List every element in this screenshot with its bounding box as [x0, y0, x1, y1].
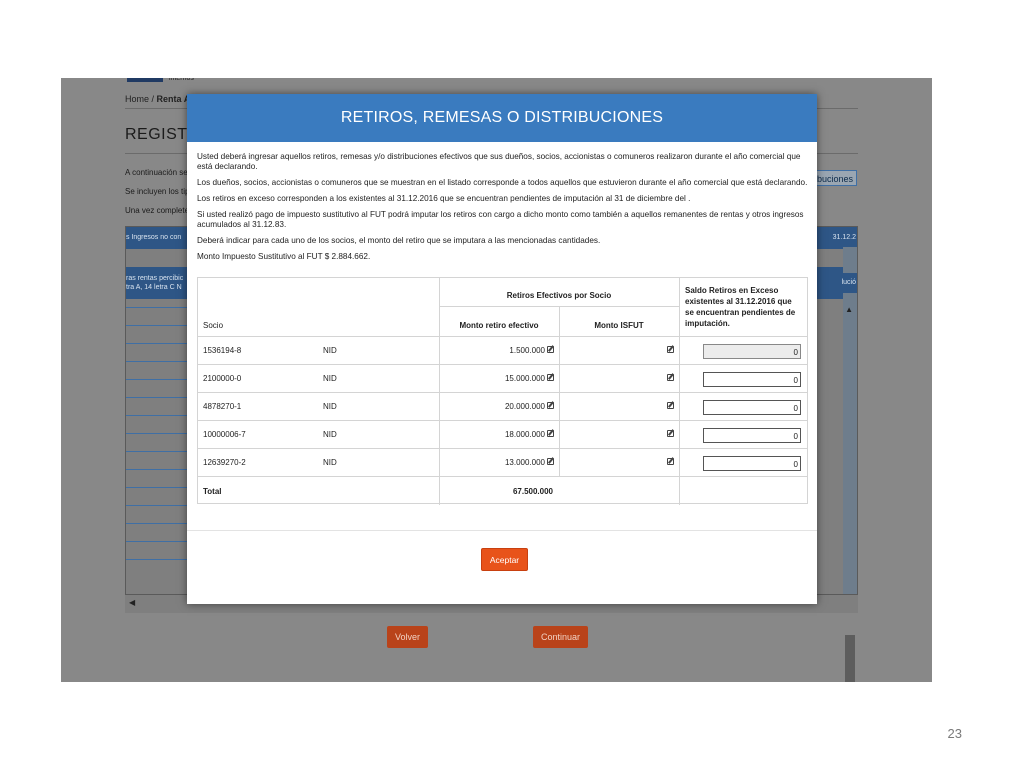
table-row — [126, 505, 188, 506]
edit-icon[interactable] — [667, 430, 674, 437]
distribuciones-button[interactable]: ibuciones — [813, 170, 857, 186]
table-row-text: tra A, 14 letra C N — [126, 284, 182, 291]
instruction-paragraph: Si usted realizó pago de impuesto sustit… — [197, 210, 804, 229]
socio-rut: 2100000-0 — [203, 374, 242, 383]
table-row — [126, 433, 188, 434]
edit-icon[interactable] — [547, 458, 554, 465]
table-divider — [198, 364, 807, 365]
continuar-button[interactable]: Continuar — [533, 626, 588, 648]
table-row — [126, 379, 188, 380]
scroll-up-icon[interactable]: ▲ — [845, 305, 853, 314]
edit-icon[interactable] — [547, 346, 554, 353]
socio-tipo: NID — [323, 430, 337, 439]
logo-subtext: internos — [169, 78, 194, 82]
sii-logo — [127, 78, 163, 82]
monto-retiro: 20.000.000 — [504, 402, 545, 411]
table-row — [126, 307, 188, 308]
socio-rut: 1536194-8 — [203, 346, 242, 355]
retiros-table: Socio Retiros Efectivos por Socio Monto … — [197, 277, 808, 505]
table-row-right-text: lució — [841, 279, 856, 286]
saldo-input[interactable]: 0 — [703, 344, 801, 359]
edit-icon[interactable] — [667, 346, 674, 353]
table-row — [126, 415, 188, 416]
volver-button[interactable]: Volver — [387, 626, 428, 648]
edit-icon[interactable] — [667, 402, 674, 409]
breadcrumb-current[interactable]: Renta A — [157, 94, 191, 104]
table-divider — [439, 306, 679, 307]
breadcrumb-home[interactable]: Home — [125, 94, 149, 104]
scroll-left-icon[interactable]: ◀ — [129, 598, 135, 607]
socio-tipo: NID — [323, 374, 337, 383]
edit-icon[interactable] — [667, 458, 674, 465]
saldo-input[interactable]: 0 — [703, 456, 801, 471]
column-header-isfut: Monto ISFUT — [594, 321, 644, 330]
modal-header: RETIROS, REMESAS O DISTRIBUCIONES — [187, 94, 817, 142]
table-divider — [559, 306, 560, 476]
monto-retiro: 15.000.000 — [504, 374, 545, 383]
instruction-paragraph: Los retiros en exceso corresponden a los… — [197, 194, 691, 203]
socio-tipo: NID — [323, 402, 337, 411]
edit-icon[interactable] — [667, 374, 674, 381]
breadcrumb: Home / Renta A — [125, 94, 191, 104]
monto-retiro: 1.500.000 — [509, 346, 545, 355]
table-divider — [198, 336, 807, 337]
table-divider — [198, 392, 807, 393]
instruction-paragraph: Deberá indicar para cada uno de los soci… — [197, 236, 601, 245]
vertical-scrollbar-thumb[interactable] — [845, 635, 855, 682]
socio-rut: 12639270-2 — [203, 458, 246, 467]
saldo-input[interactable]: 0 — [703, 428, 801, 443]
monto-retiro: 13.000.000 — [504, 458, 545, 467]
column-header-monto: Monto retiro efectivo — [459, 321, 539, 330]
saldo-input[interactable]: 0 — [703, 400, 801, 415]
fut-amount-text: Monto Impuesto Sustitutivo al FUT $ 2.88… — [197, 252, 371, 261]
intro-line: A continuación se — [125, 168, 188, 177]
table-row — [126, 397, 188, 398]
edit-icon[interactable] — [547, 430, 554, 437]
socio-tipo: NID — [323, 346, 337, 355]
column-header-saldo: Saldo Retiros en Exceso existentes al 31… — [685, 286, 796, 328]
table-divider — [198, 420, 807, 421]
total-label: Total — [203, 487, 222, 496]
table-row — [126, 361, 188, 362]
edit-icon[interactable] — [547, 374, 554, 381]
instruction-paragraph: Los dueños, socios, accionistas o comune… — [197, 178, 808, 187]
socio-tipo: NID — [323, 458, 337, 467]
table-row — [126, 559, 188, 560]
table-row — [126, 469, 188, 470]
intro-line: Una vez complete — [125, 206, 190, 215]
table-divider — [198, 448, 807, 449]
edit-icon[interactable] — [547, 402, 554, 409]
aceptar-button[interactable]: Aceptar — [481, 548, 528, 571]
modal-title: RETIROS, REMESAS O DISTRIBUCIONES — [340, 109, 664, 126]
table-row — [126, 451, 188, 452]
socio-rut: 10000006-7 — [203, 430, 246, 439]
table-header-right: 31.12.2 — [832, 234, 856, 241]
table-header-left: s Ingresos no con — [126, 234, 182, 241]
saldo-input[interactable]: 0 — [703, 372, 801, 387]
table-row-text: ras rentas percibic — [126, 275, 184, 282]
slide-page-number: 23 — [947, 726, 962, 741]
retiros-modal: RETIROS, REMESAS O DISTRIBUCIONES Usted … — [187, 94, 817, 604]
column-group-header: Retiros Efectivos por Socio — [506, 291, 612, 300]
monto-retiro: 18.000.000 — [504, 430, 545, 439]
table-row — [126, 325, 188, 326]
table-divider — [198, 476, 807, 477]
socio-rut: 4878270-1 — [203, 402, 242, 411]
table-row — [126, 541, 188, 542]
modal-body: Usted deberá ingresar aquellos retiros, … — [197, 152, 809, 268]
table-row — [126, 487, 188, 488]
table-row — [126, 343, 188, 344]
instruction-paragraph: Usted deberá ingresar aquellos retiros, … — [197, 152, 801, 171]
intro-line: Se incluyen los tip — [125, 187, 190, 196]
table-row — [126, 523, 188, 524]
column-header-socio: Socio — [203, 321, 224, 330]
modal-footer-divider — [187, 530, 817, 531]
total-value: 67.500.000 — [512, 487, 553, 496]
